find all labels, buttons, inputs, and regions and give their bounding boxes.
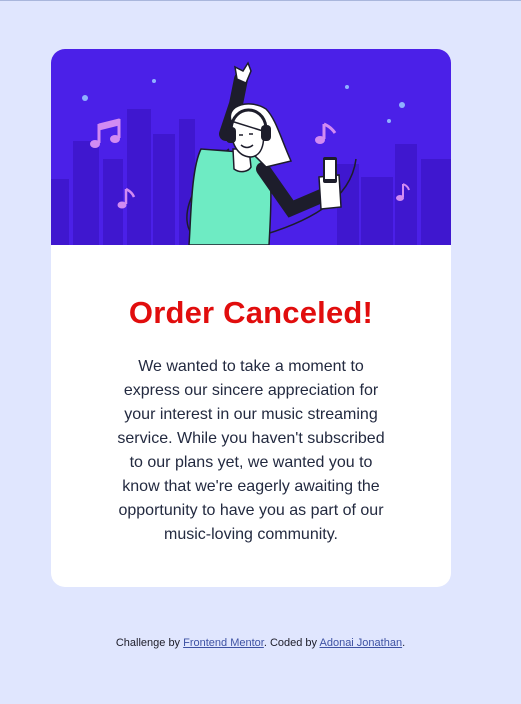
footer-middle: . Coded by — [263, 637, 320, 649]
footer-prefix: Challenge by — [115, 637, 184, 649]
card-content: Order Canceled! We wanted to take a mome… — [51, 296, 451, 547]
frontend-mentor-link[interactable]: Frontend Mentor — [183, 637, 264, 649]
footer-suffix: . — [402, 637, 406, 649]
author-link[interactable]: Adonai Jonathan — [320, 637, 403, 649]
message-text: We wanted to take a moment to express ou… — [117, 358, 385, 543]
order-card: Order Canceled! We wanted to take a mome… — [51, 49, 451, 587]
page-title: Order Canceled! — [128, 295, 374, 330]
hero-illustration — [51, 49, 451, 245]
attribution-footer: Challenge by Frontend Mentor. Coded by A… — [0, 637, 521, 649]
dancing-person — [186, 61, 357, 245]
